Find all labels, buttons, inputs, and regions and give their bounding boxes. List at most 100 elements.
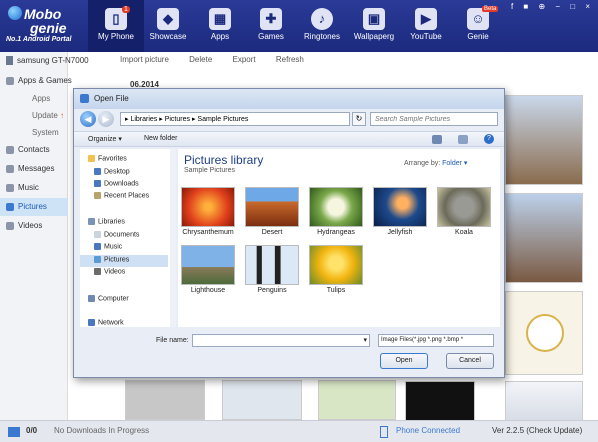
nav-favorites[interactable]: Favorites [88, 155, 127, 162]
address-bar-row: ◀ ▶ ▸ Libraries ▸ Pictures ▸ Sample Pict… [80, 111, 500, 129]
sidebar-item-apps-games[interactable]: Apps & Games [6, 76, 72, 85]
refresh-button[interactable]: Refresh [276, 55, 304, 64]
file-type-select[interactable]: Image Files(*.jpg *.png *.bmp * [378, 334, 494, 347]
download-status-text: No Downloads In Progress [54, 426, 150, 435]
file-thumbnail-chrysanthemum[interactable]: Chrysanthemum [180, 187, 236, 236]
image-preview [245, 245, 299, 285]
back-button[interactable]: ◀ [80, 111, 96, 127]
nav-label: YouTube [410, 32, 442, 41]
nav-pane-label: Network [98, 319, 124, 327]
nav-pane-label: Computer [98, 295, 129, 303]
photo-thumbnail[interactable] [505, 291, 583, 375]
nav-computer[interactable]: Computer [88, 295, 129, 302]
window-controls[interactable]: f ■ ⊕ − □ × [511, 2, 594, 11]
nav-desktop[interactable]: Desktop [94, 168, 130, 175]
photo-thumbnail[interactable] [505, 95, 583, 185]
sidebar-item-label: Music [18, 183, 39, 192]
nav-my-phone[interactable]: ▯ 1 My Phone [88, 0, 144, 52]
pictures-toolbar: Import picture Delete Export Refresh [120, 55, 322, 64]
device-name[interactable]: samsung GT-N7000 [6, 56, 116, 66]
open-button[interactable]: Open [380, 353, 428, 369]
nav-games[interactable]: ✚ Games [243, 0, 299, 52]
file-name-label: Chrysanthemum [182, 229, 234, 236]
nav-pictures[interactable]: Pictures [94, 256, 129, 263]
file-thumbnail-lighthouse[interactable]: Lighthouse [180, 245, 236, 294]
nav-recent-places[interactable]: Recent Places [94, 192, 149, 199]
sidebar-item-messages[interactable]: Messages [6, 164, 54, 173]
photo-thumbnail[interactable] [222, 380, 302, 420]
import-picture-button[interactable]: Import picture [120, 55, 169, 64]
logo-line2: genie [30, 20, 67, 36]
navigation-pane: Favorites Desktop Downloads Recent Place… [80, 149, 176, 327]
image-preview [181, 187, 235, 227]
nav-music[interactable]: Music [94, 243, 122, 250]
file-thumbnail-hydrangeas[interactable]: Hydrangeas [308, 187, 364, 236]
photo-thumbnail[interactable] [125, 380, 205, 420]
photo-thumbnail[interactable] [405, 381, 475, 421]
sidebar-item-music[interactable]: Music [6, 183, 39, 192]
nav-genie[interactable]: ☺ Beta Genie [450, 0, 506, 52]
address-path[interactable]: ▸ Libraries ▸ Pictures ▸ Sample Pictures [120, 112, 350, 126]
nav-wallpaper[interactable]: ▣ Wallpaperg [346, 0, 402, 52]
dialog-title-bar[interactable]: Open File [74, 89, 504, 109]
photo-thumbnail[interactable] [318, 380, 396, 420]
sidebar-sub-system[interactable]: System [32, 128, 59, 137]
sidebar-item-contacts[interactable]: Contacts [6, 145, 50, 154]
messages-icon [6, 164, 14, 173]
navigation-scrollbar[interactable] [170, 149, 176, 327]
search-input[interactable] [370, 112, 498, 126]
file-name-label: Lighthouse [190, 287, 226, 294]
file-name-label: Desert [261, 229, 283, 236]
nav-youtube[interactable]: ▶ YouTube [398, 0, 454, 52]
file-thumbnail-koala[interactable]: Koala [436, 187, 492, 236]
sidebar-sub-update[interactable]: Update ↑ [32, 111, 64, 120]
nav-apps[interactable]: ▦ Apps [192, 0, 248, 52]
file-thumbnail-penguins[interactable]: Penguins [244, 245, 300, 294]
sidebar-item-label: Contacts [18, 145, 50, 154]
file-thumbnail-jellyfish[interactable]: Jellyfish [372, 187, 428, 236]
help-icon[interactable]: ? [484, 134, 494, 144]
delete-button[interactable]: Delete [189, 55, 212, 64]
file-name-input[interactable]: ▾ [192, 334, 370, 347]
chevron-down-icon[interactable]: ▾ [363, 336, 367, 344]
nav-videos[interactable]: Videos [94, 268, 125, 275]
preview-pane-icon[interactable] [458, 135, 468, 144]
apps-icon: ▦ [209, 8, 231, 30]
sidebar-sub-apps[interactable]: Apps [32, 94, 50, 103]
arrange-by[interactable]: Arrange by: Folder ▾ [404, 159, 467, 167]
view-options-icon[interactable] [432, 135, 442, 144]
mobogenie-logo: Mobo genie No.1 Android Portal [6, 4, 94, 48]
library-title: Pictures library [184, 153, 264, 167]
file-list-pane: Pictures library Sample Pictures Arrange… [178, 149, 500, 327]
nav-label: Genie [467, 32, 489, 41]
nav-network[interactable]: Network [88, 319, 124, 326]
file-thumbnail-tulips[interactable]: Tulips [308, 245, 364, 294]
photo-thumbnail[interactable] [505, 381, 583, 421]
photo-thumbnail[interactable] [505, 193, 583, 283]
dialog-app-icon [80, 94, 89, 103]
file-thumbnail-desert[interactable]: Desert [244, 187, 300, 236]
nav-libraries[interactable]: Libraries [88, 218, 125, 225]
refresh-icon[interactable]: ↻ [352, 112, 366, 126]
new-folder-button[interactable]: New folder [144, 135, 177, 142]
recent-places-icon [94, 192, 101, 199]
videos-icon [94, 268, 101, 275]
nav-documents[interactable]: Documents [94, 231, 139, 238]
nav-downloads[interactable]: Downloads [94, 180, 139, 187]
nav-ringtones[interactable]: ♪ Ringtones [294, 0, 350, 52]
version-check-update-link[interactable]: Ver 2.2.5 (Check Update) [492, 426, 582, 435]
sidebar-item-videos[interactable]: Videos [6, 221, 42, 230]
forward-button[interactable]: ▶ [98, 111, 114, 127]
documents-icon [94, 231, 101, 238]
export-button[interactable]: Export [233, 55, 256, 64]
computer-icon [88, 295, 95, 302]
download-icon[interactable] [8, 427, 20, 437]
wallpaper-icon: ▣ [363, 8, 385, 30]
nav-showcase[interactable]: ◆ Showcase [140, 0, 196, 52]
image-preview [437, 187, 491, 227]
organize-menu[interactable]: Organize ▾ [88, 135, 122, 143]
cancel-button[interactable]: Cancel [446, 353, 494, 369]
sidebar-item-pictures[interactable]: Pictures [6, 202, 47, 211]
nav-label: Wallpaperg [353, 32, 395, 41]
file-name-label: Jellyfish [387, 229, 413, 236]
